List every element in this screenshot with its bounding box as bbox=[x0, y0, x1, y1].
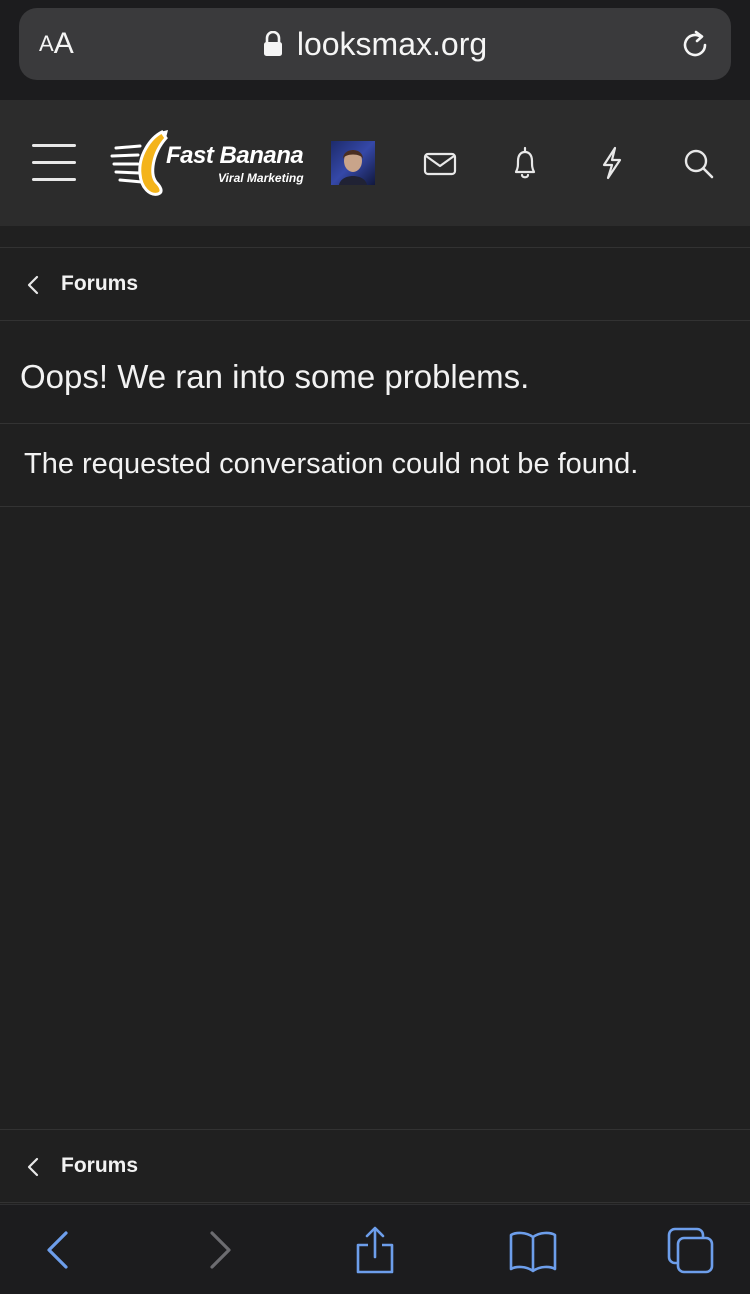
search-icon[interactable] bbox=[681, 144, 715, 182]
url-display[interactable]: looksmax.org bbox=[19, 8, 731, 80]
bolt-icon[interactable] bbox=[595, 144, 629, 182]
logo-subtitle: Viral Marketing bbox=[218, 171, 304, 185]
error-message: The requested conversation could not be … bbox=[24, 448, 639, 480]
site-header: Fast Banana Viral Marketing bbox=[0, 100, 750, 226]
breadcrumb-forums-link[interactable]: Forums bbox=[61, 1154, 138, 1178]
menu-icon[interactable] bbox=[32, 144, 76, 182]
reload-icon[interactable] bbox=[679, 28, 713, 62]
mail-icon[interactable] bbox=[423, 144, 457, 182]
share-icon[interactable] bbox=[350, 1225, 400, 1275]
page-title: Oops! We ran into some problems. bbox=[20, 358, 530, 395]
breadcrumb[interactable]: Forums bbox=[0, 247, 750, 321]
chevron-left-icon bbox=[27, 1157, 39, 1177]
site-logo[interactable]: Fast Banana Viral Marketing bbox=[110, 126, 310, 202]
avatar[interactable] bbox=[331, 141, 375, 185]
divider bbox=[0, 506, 750, 507]
tabs-icon[interactable] bbox=[666, 1225, 716, 1275]
divider bbox=[0, 423, 750, 424]
logo-title: Fast Banana bbox=[166, 142, 304, 169]
breadcrumb-forums-link[interactable]: Forums bbox=[61, 272, 138, 296]
address-bar[interactable]: AA looksmax.org bbox=[19, 8, 731, 80]
lock-icon bbox=[263, 31, 282, 56]
breadcrumb-bottom[interactable]: Forums bbox=[0, 1129, 750, 1203]
browser-address-area: AA looksmax.org bbox=[0, 0, 750, 100]
forward-icon[interactable] bbox=[194, 1225, 244, 1275]
bookmarks-icon[interactable] bbox=[508, 1225, 558, 1275]
avatar-image bbox=[339, 150, 367, 185]
back-icon[interactable] bbox=[34, 1225, 84, 1275]
browser-toolbar bbox=[0, 1204, 750, 1294]
bell-icon[interactable] bbox=[508, 144, 542, 182]
url-text: looksmax.org bbox=[296, 25, 488, 62]
chevron-left-icon bbox=[27, 275, 39, 295]
